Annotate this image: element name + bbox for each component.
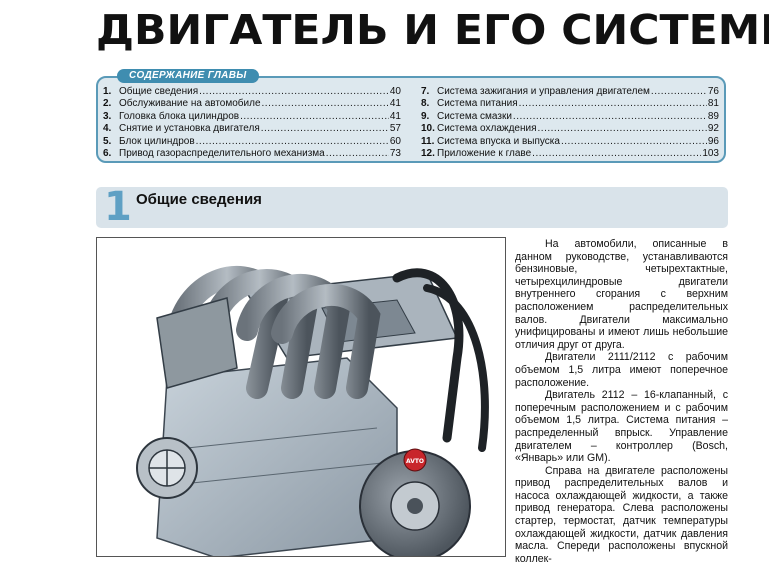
toc-entry-number: 11. — [421, 135, 435, 147]
toc-leader-dots — [196, 136, 389, 148]
toc-entry[interactable]: 2. Обслуживание на автомобиле 41 — [103, 98, 401, 110]
toc-entry[interactable]: 11.Система впуска и выпуска 96 — [421, 136, 719, 148]
toc-leader-dots — [532, 148, 701, 160]
toc-column-right: 7. Система зажигания и управления двигате… — [421, 86, 719, 160]
toc-entry-page: 57 — [389, 123, 401, 135]
toc-entry-number: 6. — [103, 147, 112, 159]
engine-illustration: AVTO — [97, 238, 505, 556]
toc-entry[interactable]: 3. Головка блока цилиндров 41 — [103, 111, 401, 123]
toc-entry-page: 41 — [389, 98, 401, 110]
toc-entry-number: 2. — [103, 98, 112, 110]
toc-leader-dots — [199, 86, 389, 98]
toc-entry-page: 60 — [389, 135, 401, 147]
toc-entry-number: 8. — [421, 98, 430, 110]
body-text: На автомобили, описанные в данном руково… — [515, 238, 728, 565]
toc-entry-title: Обслуживание на автомобиле — [119, 98, 261, 110]
engine-figure: AVTO — [96, 237, 506, 557]
toc-leader-dots — [513, 111, 707, 123]
toc-leader-dots — [561, 136, 707, 148]
toc-entry-title: Блок цилиндров — [119, 135, 195, 147]
toc-entry-page: 76 — [707, 86, 719, 97]
toc-entry[interactable]: 4. Снятие и установка двигателя 57 — [103, 123, 401, 135]
body-paragraph: На автомобили, описанные в данном руково… — [515, 238, 728, 351]
toc-entry-number: 10. — [421, 123, 435, 135]
toc-entry[interactable]: 7. Система зажигания и управления двигате… — [421, 86, 719, 98]
chapter-title: ДВИГАТЕЛЬ И ЕГО СИСТЕМЫ — [96, 6, 769, 54]
toc-entry-number: 4. — [103, 123, 112, 135]
toc-entry-title: Система зажигания и управления двигателе… — [437, 86, 650, 97]
toc-leader-dots — [240, 111, 389, 123]
toc-entry[interactable]: 8. Система питания 81 — [421, 98, 719, 110]
toc-entry-title: Система охлаждения — [437, 123, 537, 135]
toc-entry[interactable]: 1. Общие сведения 40 — [103, 86, 401, 98]
toc-entry-number: 5. — [103, 135, 112, 147]
section-number: 1 — [104, 184, 132, 230]
toc-entry-page: 41 — [389, 110, 401, 122]
section-title: Общие сведения — [136, 191, 262, 208]
toc-entry-number: 12. — [421, 147, 435, 159]
toc-column-left: 1. Общие сведения 40 2. Обслуживание на авт… — [103, 86, 401, 160]
toc-entry-number: 3. — [103, 110, 112, 122]
toc-entry-title: Система питания — [437, 98, 518, 110]
toc-leader-dots — [538, 123, 707, 135]
toc-entry-number: 1. — [103, 86, 112, 97]
toc-header: СОДЕРЖАНИЕ ГЛАВЫ — [117, 69, 259, 83]
toc-entry-page: 40 — [389, 86, 401, 97]
toc-leader-dots — [262, 98, 389, 110]
toc-entry-page: 92 — [707, 123, 719, 135]
toc-entry[interactable]: 12.Приложение к главе 103 — [421, 148, 719, 160]
toc-leader-dots — [261, 123, 389, 135]
toc-entry-title: Привод газораспределительного механизма — [119, 147, 325, 159]
toc-entry[interactable]: 5. Блок цилиндров 60 — [103, 136, 401, 148]
body-paragraph: Двигатель 2112 – 16-клапанный, с попереч… — [515, 389, 728, 465]
toc-entry[interactable]: 10.Система охлаждения 92 — [421, 123, 719, 135]
toc-entry-page: 103 — [702, 147, 719, 159]
toc-entry-title: Приложение к главе — [437, 147, 532, 159]
toc-leader-dots — [326, 148, 389, 160]
toc-entry-title: Снятие и установка двигателя — [119, 123, 260, 135]
toc-entry[interactable]: 6. Привод газораспределительного механизм… — [103, 148, 401, 160]
toc-leader-dots — [651, 86, 707, 98]
toc-entry-title: Общие сведения — [119, 86, 199, 97]
toc-entry[interactable]: 9. Система смазки 89 — [421, 111, 719, 123]
toc-entry-title: Головка блока цилиндров — [119, 110, 240, 122]
body-paragraph: Двигатели 2111/2112 с рабочим объемом 1,… — [515, 351, 728, 389]
toc-leader-dots — [519, 98, 707, 110]
body-paragraph: Справа на двигателе расположены привод р… — [515, 464, 728, 565]
figure-logo: AVTO — [406, 458, 424, 465]
toc-entry-number: 7. — [421, 86, 430, 97]
toc-entry-number: 9. — [421, 110, 430, 122]
toc-entry-page: 89 — [707, 110, 719, 122]
toc-entry-page: 81 — [707, 98, 719, 110]
toc-entry-page: 73 — [389, 147, 401, 159]
toc-entry-page: 96 — [707, 135, 719, 147]
toc-entry-title: Система смазки — [437, 110, 512, 122]
toc-entry-title: Система впуска и выпуска — [437, 135, 560, 147]
